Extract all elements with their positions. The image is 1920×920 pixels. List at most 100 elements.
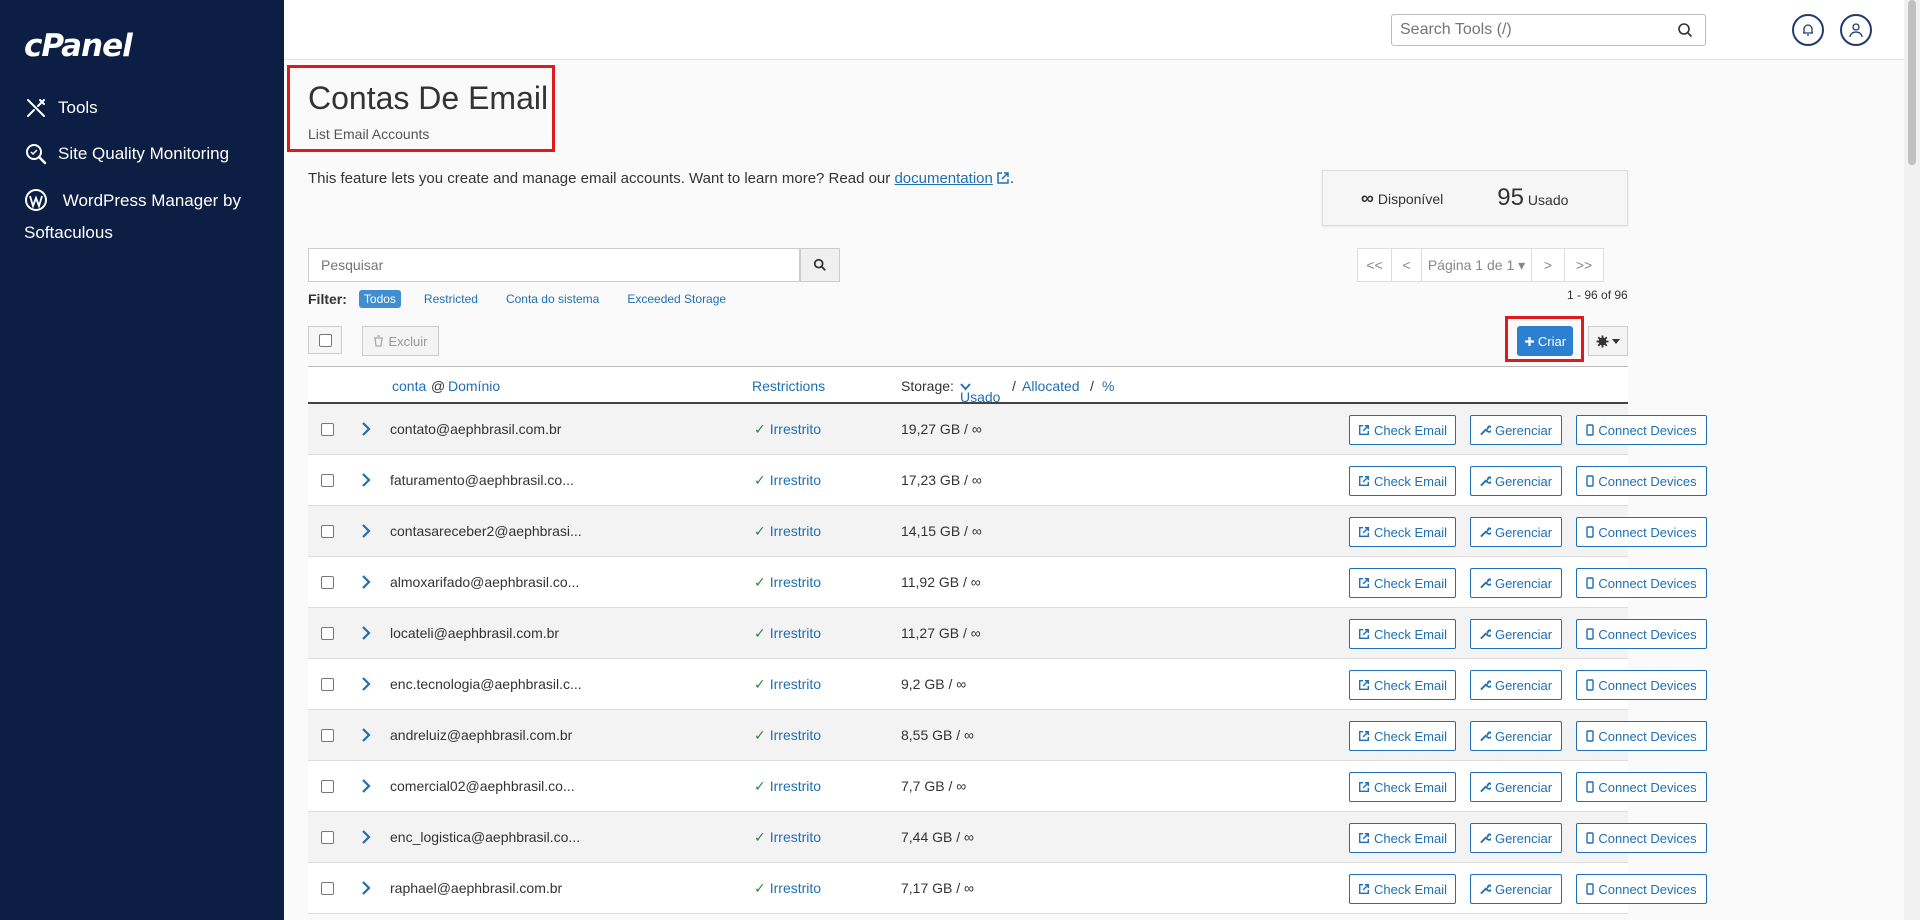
sort-restrictions[interactable]: Restrictions [752,378,825,394]
external-link-icon [1359,578,1369,588]
row-checkbox[interactable] [321,525,334,538]
check-email-label: Check Email [1374,881,1447,897]
pager-next-button[interactable]: > [1532,249,1565,281]
chevron-right-icon[interactable] [360,420,372,438]
restriction-status[interactable]: ✓ Irrestrito [754,829,821,846]
filter-all[interactable]: Todos [358,290,401,308]
filter-system-account[interactable]: Conta do sistema [501,290,604,308]
storage-usage: 7,7 GB / ∞ [901,778,967,794]
manage-button[interactable]: Gerenciar [1470,415,1562,445]
connect-devices-button[interactable]: Connect Devices [1576,415,1707,445]
cpanel-logo[interactable]: cPanel [24,28,133,64]
notifications-button[interactable] [1792,14,1824,46]
manage-button[interactable]: Gerenciar [1470,874,1562,904]
row-checkbox[interactable] [321,729,334,742]
manage-button[interactable]: Gerenciar [1470,466,1562,496]
connect-devices-button[interactable]: Connect Devices [1576,619,1707,649]
check-email-button[interactable]: Check Email [1349,823,1456,853]
documentation-link[interactable]: documentation [894,170,992,187]
restriction-status[interactable]: ✓ Irrestrito [754,472,821,489]
wrench-icon [1480,476,1491,487]
settings-dropdown-button[interactable] [1588,326,1628,356]
check-email-button[interactable]: Check Email [1349,466,1456,496]
chevron-right-icon[interactable] [360,675,372,693]
check-email-button[interactable]: Check Email [1349,568,1456,598]
search-icon[interactable] [1677,22,1693,38]
sort-percent[interactable]: % [1102,378,1114,394]
pager-page-select[interactable]: Página 1 de 1 ▾ [1422,249,1532,281]
row-checkbox[interactable] [321,882,334,895]
connect-devices-button[interactable]: Connect Devices [1576,670,1707,700]
external-link-icon[interactable] [996,171,1010,185]
filter-restricted[interactable]: Restricted [419,290,483,308]
sort-allocated[interactable]: Allocated [1022,378,1080,394]
check-email-button[interactable]: Check Email [1349,415,1456,445]
user-menu-button[interactable] [1840,14,1872,46]
page-scrollbar[interactable] [1904,0,1920,920]
chevron-right-icon[interactable] [360,879,372,897]
chevron-right-icon[interactable] [360,828,372,846]
connect-devices-button[interactable]: Connect Devices [1576,517,1707,547]
manage-button[interactable]: Gerenciar [1470,517,1562,547]
manage-button[interactable]: Gerenciar [1470,721,1562,751]
manage-button[interactable]: Gerenciar [1470,568,1562,598]
create-button[interactable]: Criar [1517,326,1573,356]
connect-devices-button[interactable]: Connect Devices [1576,568,1707,598]
restriction-status[interactable]: ✓ Irrestrito [754,880,821,897]
check-email-button[interactable]: Check Email [1349,619,1456,649]
connect-devices-button[interactable]: Connect Devices [1576,823,1707,853]
manage-button[interactable]: Gerenciar [1470,823,1562,853]
pager-first-button[interactable]: << [1358,249,1392,281]
connect-devices-button[interactable]: Connect Devices [1576,466,1707,496]
connect-devices-button[interactable]: Connect Devices [1576,874,1707,904]
account-search-input[interactable] [308,248,800,282]
restriction-status[interactable]: ✓ Irrestrito [754,523,821,540]
search-tools-input[interactable] [1391,14,1706,46]
connect-devices-label: Connect Devices [1598,575,1697,591]
restriction-status[interactable]: ✓ Irrestrito [754,676,821,693]
row-checkbox[interactable] [321,678,334,691]
restriction-status[interactable]: ✓ Irrestrito [754,778,821,795]
row-checkbox[interactable] [321,627,334,640]
check-email-button[interactable]: Check Email [1349,721,1456,751]
table-row: comercial02@aephbrasil.co... ✓ Irrestrito… [308,761,1707,812]
filter-exceeded-storage[interactable]: Exceeded Storage [622,290,731,308]
select-all-checkbox[interactable] [308,326,342,354]
search-button[interactable] [800,248,840,282]
restriction-status[interactable]: ✓ Irrestrito [754,574,821,591]
sort-domain[interactable]: Domínio [448,378,500,394]
manage-button[interactable]: Gerenciar [1470,670,1562,700]
row-checkbox[interactable] [321,576,334,589]
chevron-right-icon[interactable] [360,573,372,591]
chevron-right-icon[interactable] [360,522,372,540]
manage-button[interactable]: Gerenciar [1470,772,1562,802]
check-email-button[interactable]: Check Email [1349,670,1456,700]
pager-last-button[interactable]: >> [1565,249,1603,281]
sidebar-item-tools[interactable]: Tools [24,92,274,124]
connect-devices-button[interactable]: Connect Devices [1576,721,1707,751]
row-checkbox[interactable] [321,831,334,844]
pager-prev-button[interactable]: < [1392,249,1422,281]
scrollbar-thumb[interactable] [1908,0,1916,165]
delete-button[interactable]: Excluir [362,326,439,356]
check-email-button[interactable]: Check Email [1349,517,1456,547]
sidebar-item-wordpress[interactable]: WordPress Manager by Softaculous [24,184,274,249]
chevron-right-icon[interactable] [360,624,372,642]
connect-devices-button[interactable]: Connect Devices [1576,772,1707,802]
restriction-status[interactable]: ✓ Irrestrito [754,421,821,438]
sidebar-item-site-quality[interactable]: Site Quality Monitoring [24,138,274,170]
restriction-status[interactable]: ✓ Irrestrito [754,625,821,642]
row-checkbox[interactable] [321,474,334,487]
check-email-button[interactable]: Check Email [1349,772,1456,802]
row-checkbox[interactable] [321,423,334,436]
check-email-button[interactable]: Check Email [1349,874,1456,904]
sort-used[interactable]: Usado [960,378,1000,405]
checkbox[interactable] [318,333,332,347]
restriction-status[interactable]: ✓ Irrestrito [754,727,821,744]
sort-account[interactable]: conta [392,378,426,394]
manage-button[interactable]: Gerenciar [1470,619,1562,649]
chevron-right-icon[interactable] [360,726,372,744]
row-checkbox[interactable] [321,780,334,793]
chevron-right-icon[interactable] [360,777,372,795]
chevron-right-icon[interactable] [360,471,372,489]
